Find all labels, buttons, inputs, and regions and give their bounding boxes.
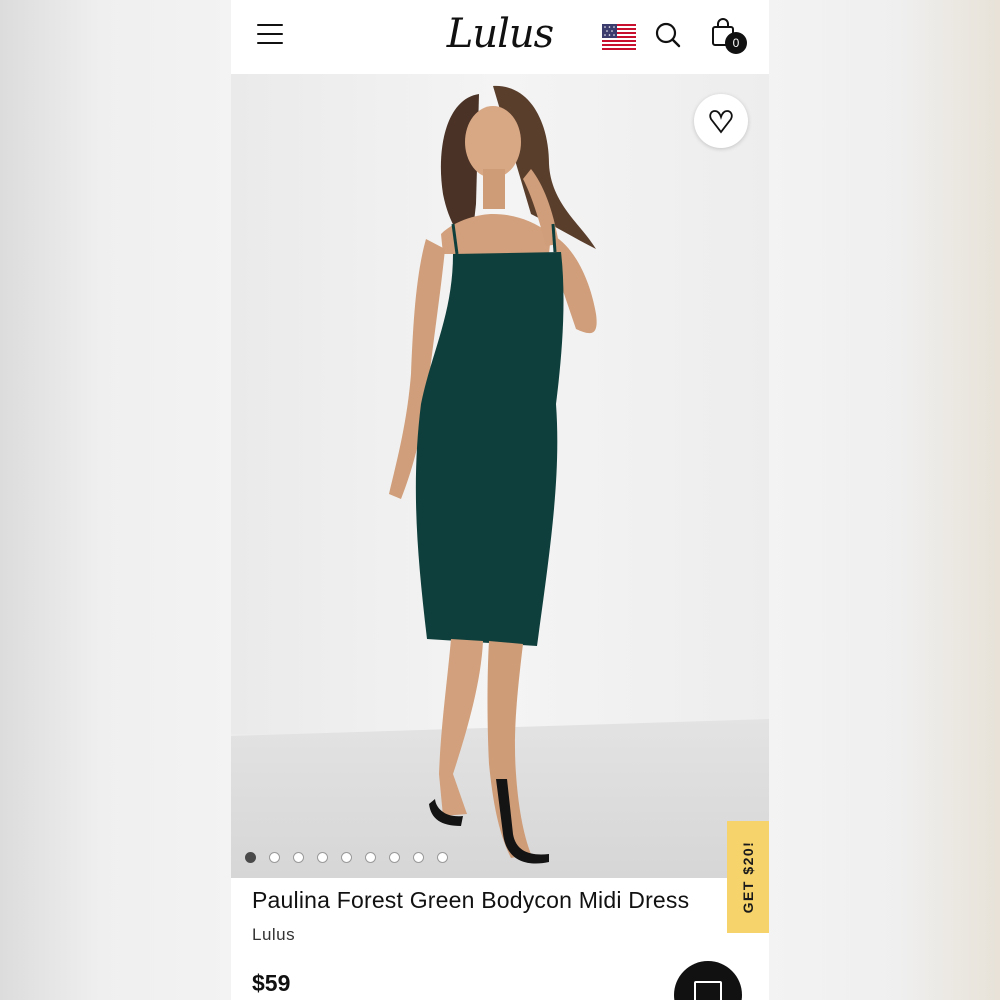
chat-icon xyxy=(694,981,722,1000)
carousel-dot[interactable] xyxy=(245,852,256,863)
model-photo xyxy=(231,74,769,878)
carousel-dot[interactable] xyxy=(437,852,448,863)
carousel-dot[interactable] xyxy=(413,852,424,863)
wishlist-button[interactable] xyxy=(694,94,748,148)
carousel-dot[interactable] xyxy=(365,852,376,863)
promo-label: GET $20! xyxy=(740,840,756,914)
hamburger-menu-icon[interactable] xyxy=(257,22,285,48)
brand-link[interactable]: Lulus xyxy=(252,925,295,945)
product-title: Paulina Forest Green Bodycon Midi Dress xyxy=(252,887,690,913)
heart-outline-icon xyxy=(709,110,733,134)
image-carousel-dots xyxy=(245,852,448,864)
get-discount-tab[interactable]: GET $20! xyxy=(727,821,769,933)
us-flag-icon[interactable] xyxy=(602,24,636,50)
carousel-dot[interactable] xyxy=(317,852,328,863)
carousel-dot[interactable] xyxy=(341,852,352,863)
search-icon[interactable] xyxy=(653,20,683,50)
chat-button[interactable] xyxy=(674,961,742,1000)
site-header: Lulus 0 xyxy=(231,0,769,74)
mobile-viewport: Lulus 0 GET $20! Paulina Forest Green Bo… xyxy=(231,0,769,1000)
carousel-dot[interactable] xyxy=(389,852,400,863)
carousel-dot[interactable] xyxy=(293,852,304,863)
cart-count-badge: 0 xyxy=(725,32,747,54)
product-image[interactable] xyxy=(231,74,769,878)
site-logo[interactable]: Lulus xyxy=(445,6,555,62)
product-price: $59 xyxy=(252,970,291,996)
carousel-dot[interactable] xyxy=(269,852,280,863)
